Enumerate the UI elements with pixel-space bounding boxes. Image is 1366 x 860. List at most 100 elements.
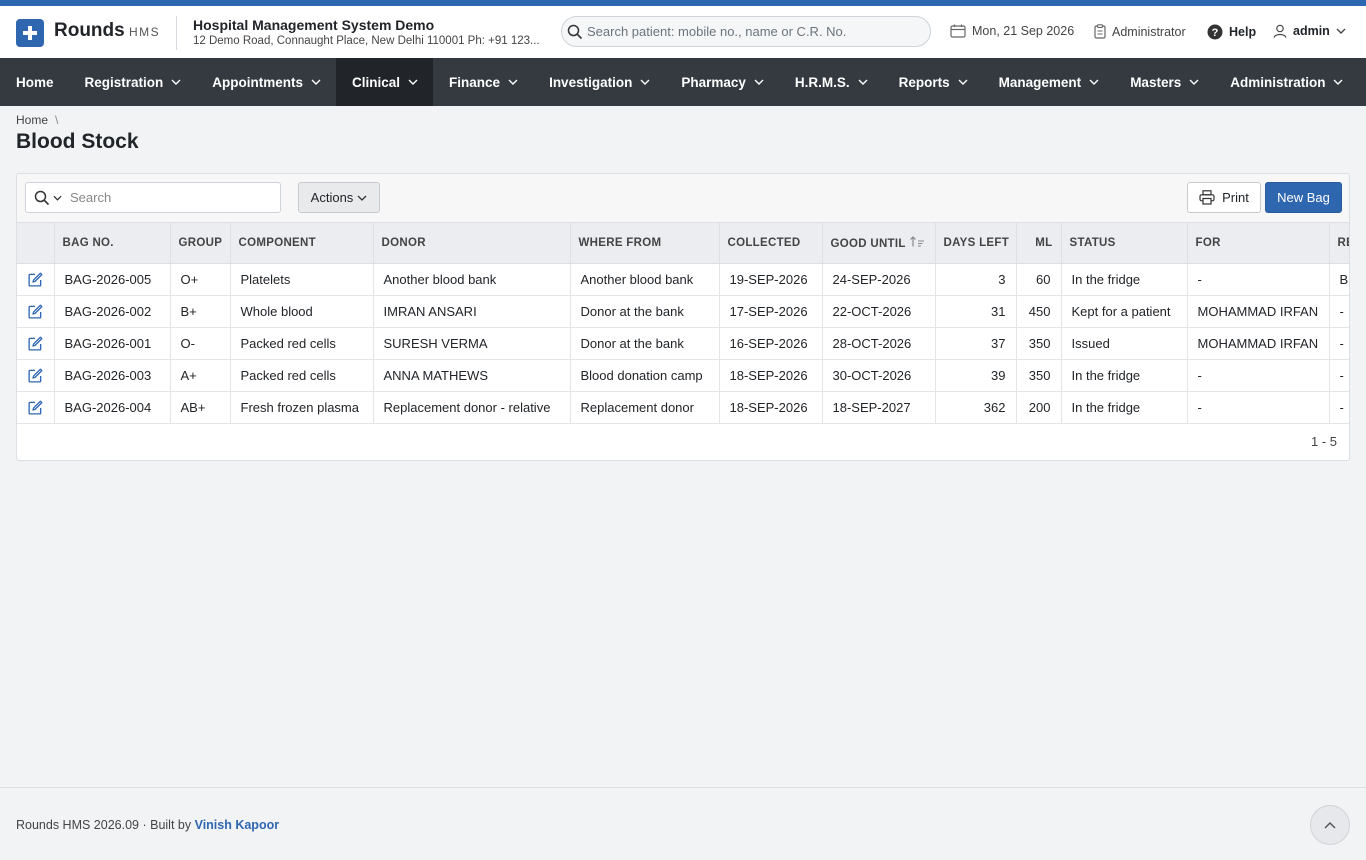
column-header-group[interactable]: Group xyxy=(170,223,231,264)
help-link[interactable]: ? Help xyxy=(1207,24,1256,40)
nav-item-label: Management xyxy=(998,74,1082,90)
cell-for: - xyxy=(1187,391,1330,424)
column-header-label: Where From xyxy=(578,236,662,249)
current-date: Mon, 21 Sep 2026 xyxy=(972,24,1075,38)
column-header-good-until[interactable]: Good Until xyxy=(822,223,936,264)
column-header-for[interactable]: For xyxy=(1187,223,1330,264)
cell-component: Packed red cells xyxy=(230,359,374,392)
cell-re: - xyxy=(1329,359,1349,392)
chevron-down-icon xyxy=(640,79,650,85)
cell-re: - xyxy=(1329,295,1349,328)
chevron-down-icon xyxy=(958,79,968,85)
column-header-days-left[interactable]: Days Left xyxy=(935,223,1017,264)
table-row[interactable]: BAG-2026-001 O- Packed red cells SURESH VER… xyxy=(17,327,1349,360)
cell-collected: 17-SEP-2026 xyxy=(719,295,823,328)
table-row[interactable]: BAG-2026-004 AB+ Fresh frozen plasma Replac… xyxy=(17,391,1349,424)
column-header-collected[interactable]: Collected xyxy=(719,223,823,264)
cell-where-from: Replacement donor xyxy=(570,391,720,424)
role-display[interactable]: Administrator xyxy=(1094,24,1186,39)
clipboard-icon xyxy=(1094,24,1106,39)
nav-item-masters[interactable]: Masters xyxy=(1114,58,1214,106)
footer-author-link[interactable]: Vinish Kapoor xyxy=(195,818,280,832)
column-header-label: ML xyxy=(1035,236,1053,249)
cell-bag-no: BAG-2026-003 xyxy=(54,359,171,392)
footer-text: Rounds HMS 2026.09 · Built by Vinish Kap… xyxy=(16,818,279,832)
edit-icon[interactable] xyxy=(28,368,43,383)
user-menu[interactable]: admin xyxy=(1273,24,1346,38)
nav-item-clinical[interactable]: Clinical xyxy=(336,58,434,106)
nav-item-registration[interactable]: Registration xyxy=(69,58,197,106)
column-header-re[interactable]: Re xyxy=(1329,223,1350,264)
nav-item-reports[interactable]: Reports xyxy=(883,58,983,106)
nav-item-label: Clinical xyxy=(352,74,401,90)
cell-collected: 19-SEP-2026 xyxy=(719,263,823,296)
cell-for: MOHAMMAD IRFAN xyxy=(1187,295,1330,328)
search-column-picker[interactable] xyxy=(34,190,62,206)
nav-item-h-r-m-s[interactable]: H.R.M.S. xyxy=(779,58,883,106)
edit-row-cell xyxy=(17,295,55,328)
actions-button[interactable]: Actions xyxy=(298,182,380,213)
table-row[interactable]: BAG-2026-002 B+ Whole blood IMRAN ANSARI Don… xyxy=(17,295,1349,328)
blood-stock-table: Bag No. Group Component Donor Where From Coll… xyxy=(17,223,1350,424)
column-header-label: Status xyxy=(1069,236,1116,249)
chevron-down-icon xyxy=(311,79,321,85)
cell-donor: ANNA MATHEWS xyxy=(373,359,571,392)
scroll-to-top-button[interactable] xyxy=(1310,805,1350,845)
column-header-label: Re xyxy=(1337,236,1350,249)
column-header-bag-no[interactable]: Bag No. xyxy=(54,223,171,264)
cell-status: Kept for a patient xyxy=(1061,295,1188,328)
edit-icon[interactable] xyxy=(28,400,43,415)
cell-group: O- xyxy=(170,327,231,360)
grid-search-input[interactable] xyxy=(70,190,250,205)
patient-search-box[interactable] xyxy=(561,16,931,47)
cell-good-until: 24-SEP-2026 xyxy=(822,263,936,296)
cell-component: Platelets xyxy=(230,263,374,296)
main-navigation: Home Registration Appointments Clinical Fina… xyxy=(0,58,1366,106)
app-name[interactable]: Rounds xyxy=(54,20,125,42)
column-header-component[interactable]: Component xyxy=(230,223,374,264)
new-bag-button[interactable]: New Bag xyxy=(1265,182,1342,213)
column-header-ml[interactable]: ML xyxy=(1016,223,1062,264)
sort-ascending-icon[interactable] xyxy=(909,235,925,250)
edit-icon[interactable] xyxy=(28,272,43,287)
username: admin xyxy=(1293,24,1330,38)
nav-item-label: Reports xyxy=(898,74,950,90)
edit-icon[interactable] xyxy=(28,336,43,351)
nav-item-finance[interactable]: Finance xyxy=(433,58,533,106)
column-header-donor[interactable]: Donor xyxy=(373,223,571,264)
column-header-status[interactable]: Status xyxy=(1061,223,1188,264)
column-header-where-from[interactable]: Where From xyxy=(570,223,720,264)
cell-ml: 350 xyxy=(1016,327,1062,360)
patient-search-input[interactable] xyxy=(587,24,917,39)
chevron-up-icon xyxy=(1324,821,1336,829)
search-icon xyxy=(567,24,583,39)
chevron-down-icon xyxy=(408,79,418,85)
app-suffix: HMS xyxy=(129,25,161,39)
table-row[interactable]: BAG-2026-005 O+ Platelets Another blood ban… xyxy=(17,263,1349,296)
column-header-label: Donor xyxy=(381,236,426,249)
edit-icon[interactable] xyxy=(28,304,43,319)
cell-status: In the fridge xyxy=(1061,391,1188,424)
grid-search-box[interactable] xyxy=(25,182,281,213)
nav-item-pharmacy[interactable]: Pharmacy xyxy=(665,58,779,106)
cell-ml: 450 xyxy=(1016,295,1062,328)
table-row[interactable]: BAG-2026-003 A+ Packed red cells ANNA MATHE… xyxy=(17,359,1349,392)
printer-icon xyxy=(1199,190,1215,205)
cell-re: - xyxy=(1329,391,1349,424)
column-header-label: Good Until xyxy=(830,237,906,250)
breadcrumb-home-link[interactable]: Home xyxy=(16,113,48,127)
chevron-down-icon xyxy=(1336,28,1346,34)
cell-group: B+ xyxy=(170,295,231,328)
nav-item-management[interactable]: Management xyxy=(983,58,1115,106)
nav-item-investigation[interactable]: Investigation xyxy=(533,58,665,106)
nav-item-appointments[interactable]: Appointments xyxy=(196,58,336,106)
plus-logo-icon[interactable] xyxy=(16,19,44,47)
chevron-down-icon xyxy=(1189,79,1199,85)
print-button[interactable]: Print xyxy=(1187,182,1261,213)
chevron-down-icon xyxy=(508,79,518,85)
cell-donor: SURESH VERMA xyxy=(373,327,571,360)
actions-label: Actions xyxy=(310,190,354,205)
nav-item-administration[interactable]: Administration xyxy=(1214,58,1358,106)
cell-bag-no: BAG-2026-004 xyxy=(54,391,171,424)
nav-item-home[interactable]: Home xyxy=(0,58,69,106)
